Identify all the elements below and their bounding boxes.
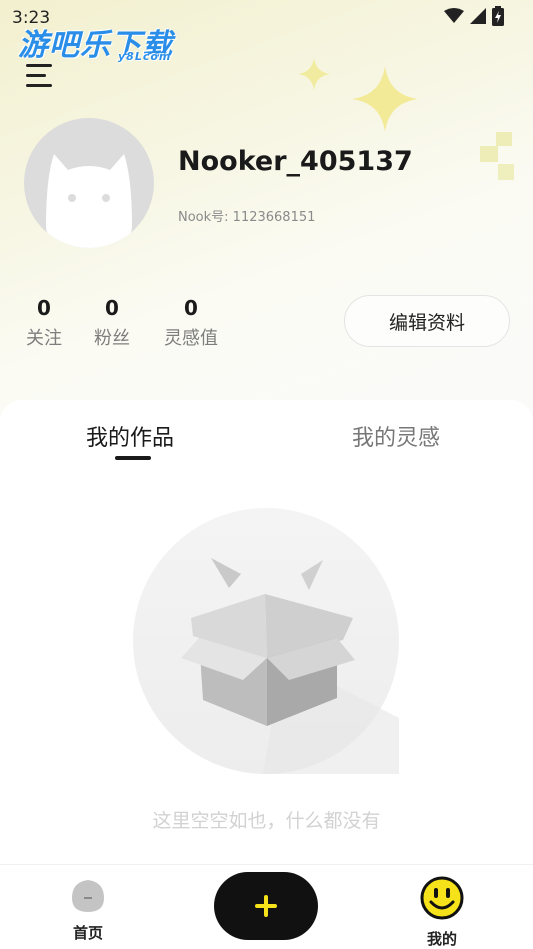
edit-profile-button[interactable]: 编辑资料: [344, 295, 510, 347]
battery-icon: [492, 6, 504, 26]
star-decoration-icon: [298, 58, 330, 90]
tab-active-indicator: [115, 456, 151, 460]
tab-my-inspiration[interactable]: 我的灵感: [352, 420, 440, 452]
pixel-decoration-icon: [480, 132, 514, 180]
home-icon: [72, 880, 104, 912]
stat-inspiration-label: 灵感值: [164, 328, 218, 349]
stat-fans-label: 粉丝: [94, 328, 130, 349]
menu-icon[interactable]: [26, 64, 56, 90]
empty-state-text: 这里空空如也，什么都没有: [152, 810, 381, 832]
username: Nooker_405137: [178, 146, 413, 177]
stat-fans-value: 0: [105, 296, 119, 320]
sparkle-decoration-icon: [352, 66, 418, 132]
status-icons: [444, 6, 504, 26]
stat-following-value: 0: [37, 296, 51, 320]
nav-home[interactable]: 首页: [60, 876, 116, 943]
nav-home-label: 首页: [72, 924, 103, 942]
stat-following-label: 关注: [26, 328, 62, 349]
avatar[interactable]: [24, 118, 154, 248]
nav-mine-label: 我的: [426, 930, 457, 948]
nav-mine[interactable]: 我的: [414, 876, 470, 949]
cat-avatar-icon: [46, 154, 132, 248]
empty-box-icon: [181, 558, 399, 774]
signal-icon: [470, 8, 486, 24]
add-button[interactable]: [214, 872, 318, 940]
stat-inspiration-value: 0: [184, 296, 198, 320]
stat-inspiration[interactable]: 0 灵感值: [158, 296, 224, 350]
stat-fans[interactable]: 0 粉丝: [90, 296, 134, 350]
watermark-logo: 游吧乐下载 y8Lcom: [18, 20, 173, 64]
watermark-sub: y8Lcom: [118, 50, 172, 63]
stat-following[interactable]: 0 关注: [22, 296, 66, 350]
empty-state-illustration: [133, 508, 399, 774]
smiley-icon: [420, 876, 464, 920]
tab-my-works[interactable]: 我的作品: [86, 420, 174, 452]
nook-id: Nook号: 1123668151: [178, 210, 316, 225]
wifi-icon: [444, 8, 464, 23]
plus-icon: [255, 895, 277, 917]
